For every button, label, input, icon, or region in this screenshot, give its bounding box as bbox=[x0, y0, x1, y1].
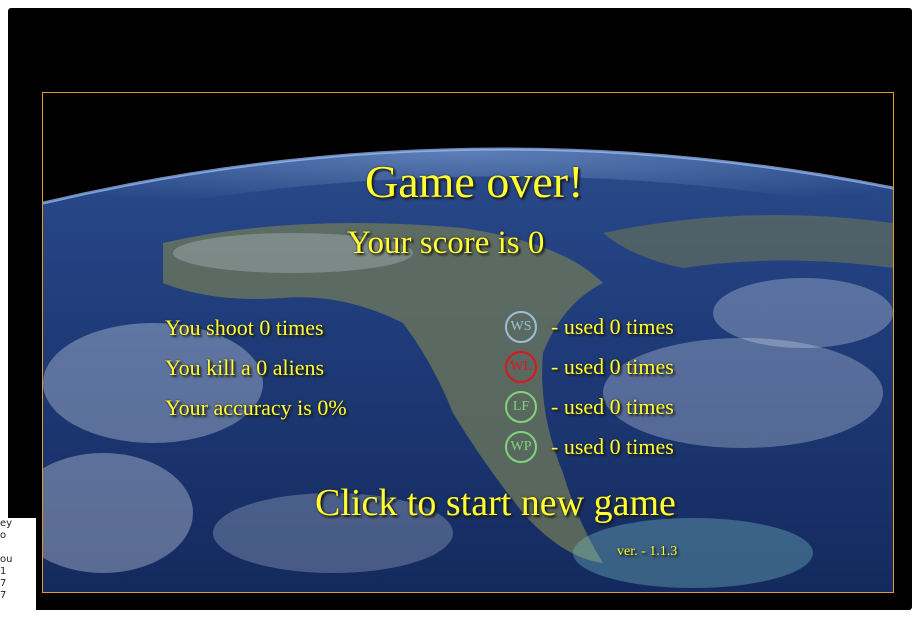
kills-stat: You kill a 0 aliens bbox=[165, 355, 325, 380]
version-label: ver. - 1.1.3 bbox=[617, 544, 678, 559]
lf-powerup-icon: LF bbox=[505, 391, 537, 423]
side-line bbox=[0, 542, 36, 554]
side-line: 7 bbox=[0, 578, 7, 589]
accuracy-stat: Your accuracy is 0% bbox=[165, 395, 347, 420]
side-line: 7 bbox=[0, 590, 7, 601]
wp-usage-label: - used 0 times bbox=[551, 434, 674, 459]
game-window: Game over! Your score is 0 You shoot 0 t… bbox=[8, 8, 912, 610]
game-over-title: Game over! bbox=[365, 156, 584, 207]
ws-usage-label: - used 0 times bbox=[551, 314, 674, 339]
start-new-game-button[interactable]: Click to start new game bbox=[315, 481, 676, 525]
wl-powerup-icon: WL bbox=[505, 351, 537, 383]
side-line: ey bbox=[0, 518, 13, 529]
wl-usage-label: - used 0 times bbox=[551, 354, 674, 379]
side-line: o bbox=[0, 530, 7, 541]
side-text-fragment: ey o ou 1 7 7 bbox=[0, 518, 36, 610]
wp-powerup-icon: WP bbox=[505, 431, 537, 463]
side-line: 1 bbox=[0, 566, 7, 577]
lf-usage-label: - used 0 times bbox=[551, 394, 674, 419]
shots-stat: You shoot 0 times bbox=[165, 315, 324, 340]
score-text: Your score is 0 bbox=[347, 225, 545, 261]
ws-powerup-icon: WS bbox=[505, 311, 537, 343]
side-line: ou bbox=[0, 554, 13, 565]
game-canvas[interactable]: Game over! Your score is 0 You shoot 0 t… bbox=[42, 92, 894, 593]
